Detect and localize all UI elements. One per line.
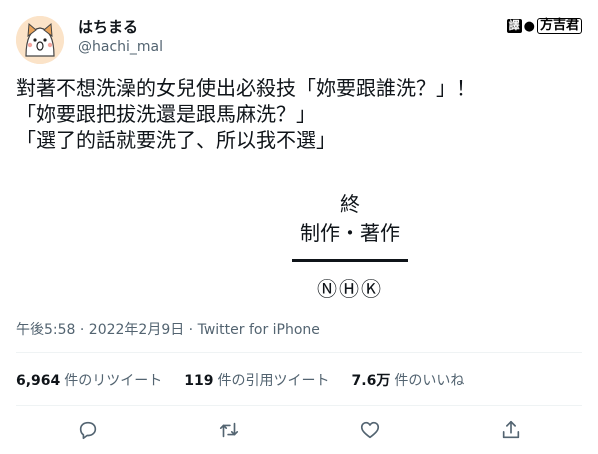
share-button[interactable] xyxy=(497,416,525,444)
quote-label: 件の引用ツイート xyxy=(217,373,330,389)
like-stat[interactable]: 7.6万 件のいいね xyxy=(352,370,465,390)
divider xyxy=(16,352,582,353)
reply-button[interactable] xyxy=(74,416,102,444)
quote-stat[interactable]: 119 件の引用ツイート xyxy=(184,370,329,390)
end-text: 終 xyxy=(340,192,360,216)
author-handle[interactable]: @hachi_mal xyxy=(78,38,163,56)
like-icon xyxy=(360,421,380,439)
translator-credit: 譯 ● 方吉君 xyxy=(506,18,582,34)
like-label: 件のいいね xyxy=(394,373,465,389)
tweet-line: 對著不想洗澡的女兒使出必殺技「妳要跟誰洗？」！ xyxy=(16,76,476,100)
tweet-line: 「妳要跟把拔洗還是跟馬麻洗？」 xyxy=(16,102,316,126)
tweet-stats: 6,964 件のリツイート 119 件の引用ツイート 7.6万 件のいいね xyxy=(16,370,464,390)
translation-badge: 譯 xyxy=(506,19,522,33)
author-name[interactable]: はちまる xyxy=(78,18,138,36)
like-button[interactable] xyxy=(356,416,384,444)
like-count: 7.6万 xyxy=(351,373,391,389)
action-bar xyxy=(16,412,582,448)
retweet-icon xyxy=(219,422,239,438)
translator-name: 方吉君 xyxy=(536,18,582,34)
bullet-icon: ● xyxy=(523,18,535,34)
retweet-button[interactable] xyxy=(215,416,243,444)
tweet-text: 對著不想洗澡的女兒使出必殺技「妳要跟誰洗？」！ 「妳要跟把拔洗還是跟馬麻洗？」 … xyxy=(16,75,582,153)
divider xyxy=(16,405,582,406)
divider-rule xyxy=(292,259,408,262)
share-icon xyxy=(502,420,520,439)
tweet-line: 「選了的話就要洗了、所以我不選」 xyxy=(16,128,336,152)
retweet-stat[interactable]: 6,964 件のリツイート xyxy=(16,370,162,390)
retweet-label: 件のリツイート xyxy=(64,373,163,389)
nhk-logo-text: ⓃⒽⓀ xyxy=(317,277,383,301)
cat-avatar-icon xyxy=(16,16,64,64)
retweet-count: 6,964 xyxy=(16,373,61,389)
quote-count: 119 xyxy=(184,373,214,389)
avatar[interactable] xyxy=(16,16,64,64)
production-credit: 制作・著作 xyxy=(300,221,400,245)
tweet-timestamp[interactable]: 午後5:58 · 2022年2月9日 · Twitter for iPhone xyxy=(16,319,320,339)
tweet-header: はちまる @hachi_mal 譯 ● 方吉君 xyxy=(16,12,582,64)
reply-icon xyxy=(79,421,97,440)
